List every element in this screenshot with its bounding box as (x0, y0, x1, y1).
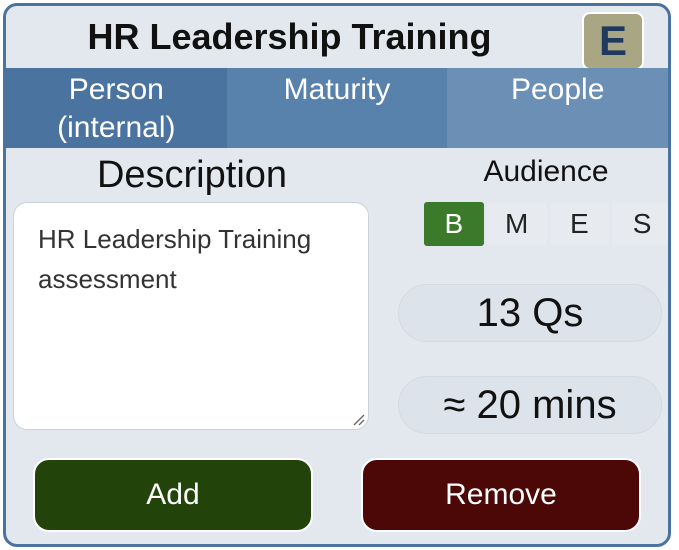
level-badge: E (582, 12, 644, 70)
tab-label: People (510, 73, 605, 106)
duration-estimate: ≈ 20 mins (398, 376, 662, 434)
card-title: HR Leadership Training (87, 16, 492, 57)
audience-option-e[interactable]: E (549, 202, 610, 246)
tab-maturity[interactable]: Maturity (226, 68, 448, 148)
audience-option-m[interactable]: M (486, 202, 547, 246)
audience-option-b[interactable]: B (424, 202, 484, 246)
audience-selector: B M E S (424, 202, 668, 246)
tab-person-internal[interactable]: Person (internal) (6, 68, 227, 148)
assessment-card: HR Leadership Training E Person (interna… (3, 3, 671, 547)
tab-people[interactable]: People (447, 68, 668, 148)
add-button[interactable]: Add (33, 458, 313, 532)
description-text: HR Leadership Training assessment (38, 224, 312, 294)
resize-grip-icon[interactable] (351, 412, 365, 426)
remove-button[interactable]: Remove (361, 458, 641, 532)
description-textarea[interactable]: HR Leadership Training assessment (13, 202, 369, 430)
tab-label: Maturity (283, 73, 391, 106)
tab-label: Person (internal) (57, 73, 176, 144)
description-heading: Description (96, 153, 288, 196)
audience-option-s[interactable]: S (612, 202, 668, 246)
category-tabs: Person (internal) Maturity People (6, 68, 668, 148)
audience-heading: Audience (483, 155, 609, 188)
question-count: 13 Qs (398, 284, 662, 342)
